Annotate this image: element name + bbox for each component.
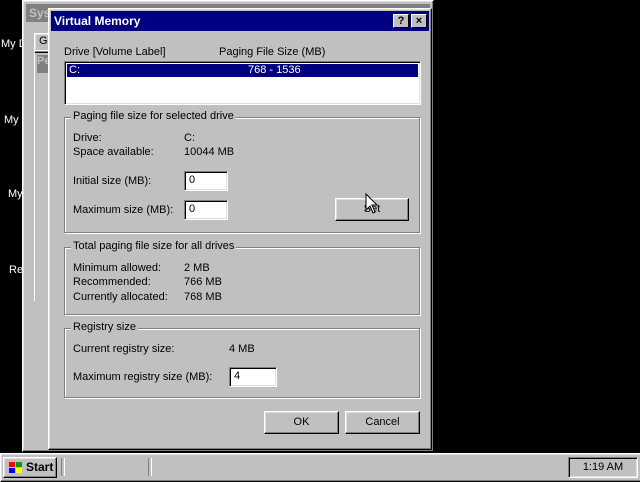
list-item[interactable]: C: 768 - 1536 <box>67 64 418 77</box>
start-label: Start <box>26 460 54 474</box>
total-paging-group-title: Total paging file size for all drives <box>71 240 237 252</box>
help-icon: ? <box>397 15 405 27</box>
virtual-memory-dialog: Virtual Memory ? × Drive [Volume Label] … <box>48 8 432 450</box>
space-available-label: Space available: <box>73 146 154 158</box>
recommended-label: Recommended: <box>73 276 151 288</box>
list-header-drive: Drive [Volume Label] <box>64 46 166 58</box>
initial-size-input[interactable]: 0 <box>184 171 228 191</box>
selected-drive-group-title: Paging file size for selected drive <box>71 110 236 122</box>
initial-size-label: Initial size (MB): <box>73 175 152 187</box>
taskbar-separator <box>148 458 152 476</box>
list-item-size: 768 - 1536 <box>248 64 301 76</box>
dialog-title: Virtual Memory <box>54 14 141 28</box>
recommended-value: 766 MB <box>184 276 222 288</box>
registry-size-group: Registry size Current registry size: 4 M… <box>64 321 420 398</box>
desktop-icon-label-recycle-bin[interactable]: Re <box>9 264 23 276</box>
dialog-titlebar[interactable]: Virtual Memory ? × <box>51 11 429 31</box>
max-registry-size-label: Maximum registry size (MB): <box>73 371 213 383</box>
space-available-value: 10044 MB <box>184 146 235 158</box>
taskbar-separator <box>61 458 65 476</box>
registry-size-group-title: Registry size <box>71 321 138 333</box>
taskbar: Start 1:19 AM <box>0 453 640 482</box>
system-clock[interactable]: 1:19 AM <box>568 457 638 478</box>
close-icon: × <box>415 15 423 27</box>
selected-drive-group: Paging file size for selected drive Driv… <box>64 110 420 233</box>
desktop-icon-label-my-network[interactable]: My <box>8 188 23 200</box>
current-registry-size-value: 4 MB <box>229 343 255 355</box>
mouse-pointer-icon <box>365 193 379 214</box>
ok-button[interactable]: OK <box>264 411 339 434</box>
maximum-size-label: Maximum size (MB): <box>73 204 174 216</box>
total-paging-group: Total paging file size for all drives Mi… <box>64 240 420 315</box>
drive-list[interactable]: C: 768 - 1536 <box>64 61 421 105</box>
max-registry-size-input[interactable]: 4 <box>229 367 277 387</box>
currently-allocated-label: Currently allocated: <box>73 291 168 303</box>
desktop-icon-label-my-computer[interactable]: My <box>4 114 19 126</box>
maximum-size-input[interactable]: 0 <box>184 200 228 220</box>
minimum-allowed-value: 2 MB <box>184 262 210 274</box>
drive-value: C: <box>184 132 195 144</box>
currently-allocated-value: 768 MB <box>184 291 222 303</box>
close-button[interactable]: × <box>411 14 427 28</box>
list-header-paging-size: Paging File Size (MB) <box>219 46 326 58</box>
start-button[interactable]: Start <box>3 457 57 478</box>
list-item-drive: C: <box>69 64 80 76</box>
windows-logo-icon <box>9 462 22 473</box>
help-button[interactable]: ? <box>393 14 409 28</box>
current-registry-size-label: Current registry size: <box>73 343 175 355</box>
minimum-allowed-label: Minimum allowed: <box>73 262 162 274</box>
drive-label: Drive: <box>73 132 102 144</box>
cancel-button[interactable]: Cancel <box>345 411 420 434</box>
